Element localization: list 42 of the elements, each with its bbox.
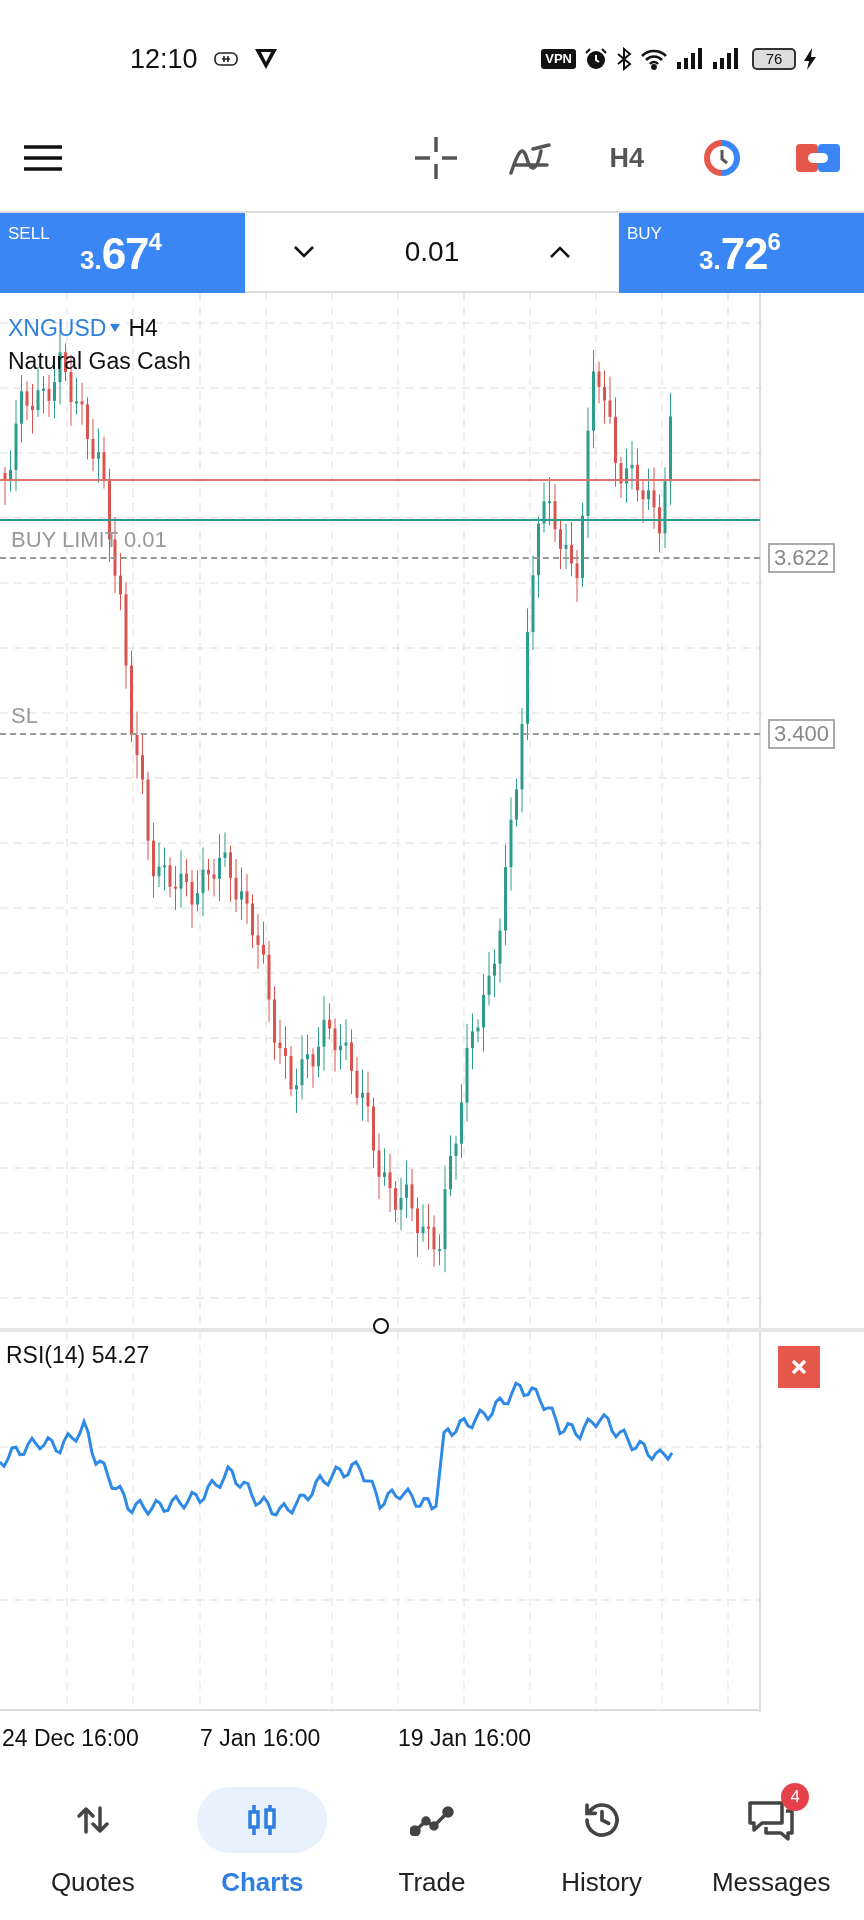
nav-tab[interactable]: Quotes xyxy=(17,1787,168,1902)
indicator-title: RSI(14) 54.27 xyxy=(6,1341,150,1370)
time-axis-label: 19 Jan 16:00 xyxy=(397,1723,532,1753)
timeframe-button[interactable]: H4 xyxy=(601,137,652,179)
crosshair-icon xyxy=(415,137,458,179)
nav-tab[interactable]: History xyxy=(526,1787,677,1902)
signal-icon xyxy=(676,48,704,70)
line-chart-icon xyxy=(410,1804,454,1836)
time-axis-label: 24 Dec 16:00 xyxy=(1,1723,140,1753)
cast-icon xyxy=(213,52,238,66)
chevron-down-icon xyxy=(293,245,315,259)
close-indicator-button[interactable] xyxy=(778,1346,820,1388)
time-axis-label: 7 Jan 16:00 xyxy=(199,1723,322,1753)
v-logo-icon xyxy=(253,48,278,70)
decrease-volume-button[interactable] xyxy=(293,245,315,259)
sort-arrows-icon xyxy=(74,1805,111,1835)
charging-icon xyxy=(804,48,816,70)
signal-icon xyxy=(712,48,740,70)
nav-tab[interactable]: Trade xyxy=(357,1787,507,1902)
chart-timeframe: H4 xyxy=(128,314,158,343)
dropdown-triangle-icon xyxy=(110,324,121,333)
wifi-icon xyxy=(640,48,668,70)
symbol-name[interactable]: XNGUSD xyxy=(8,311,107,346)
nav-tab[interactable]: Charts xyxy=(187,1787,338,1902)
bluetooth-icon xyxy=(616,47,632,71)
vpn-badge: VPN xyxy=(541,49,576,69)
order-price-tag: 3.400 xyxy=(768,719,836,749)
menu-icon xyxy=(24,145,62,171)
order-price-tag: 3.622 xyxy=(768,543,836,573)
price-label: SELL xyxy=(8,223,50,245)
close-icon xyxy=(791,1359,807,1375)
price-label: BUY xyxy=(627,223,662,245)
drag-handle-icon[interactable] xyxy=(372,1317,390,1335)
battery-level: 76 xyxy=(752,48,796,70)
alarm-icon xyxy=(584,47,608,71)
toggle-icon xyxy=(796,142,840,174)
chevron-up-icon xyxy=(549,245,571,259)
increase-volume-button[interactable] xyxy=(549,245,571,259)
clock-time: 12:10 xyxy=(130,42,198,76)
unread-badge: 4 xyxy=(781,1783,810,1811)
volume-value: 0.01 xyxy=(404,235,460,269)
order-label: SL xyxy=(11,702,38,730)
